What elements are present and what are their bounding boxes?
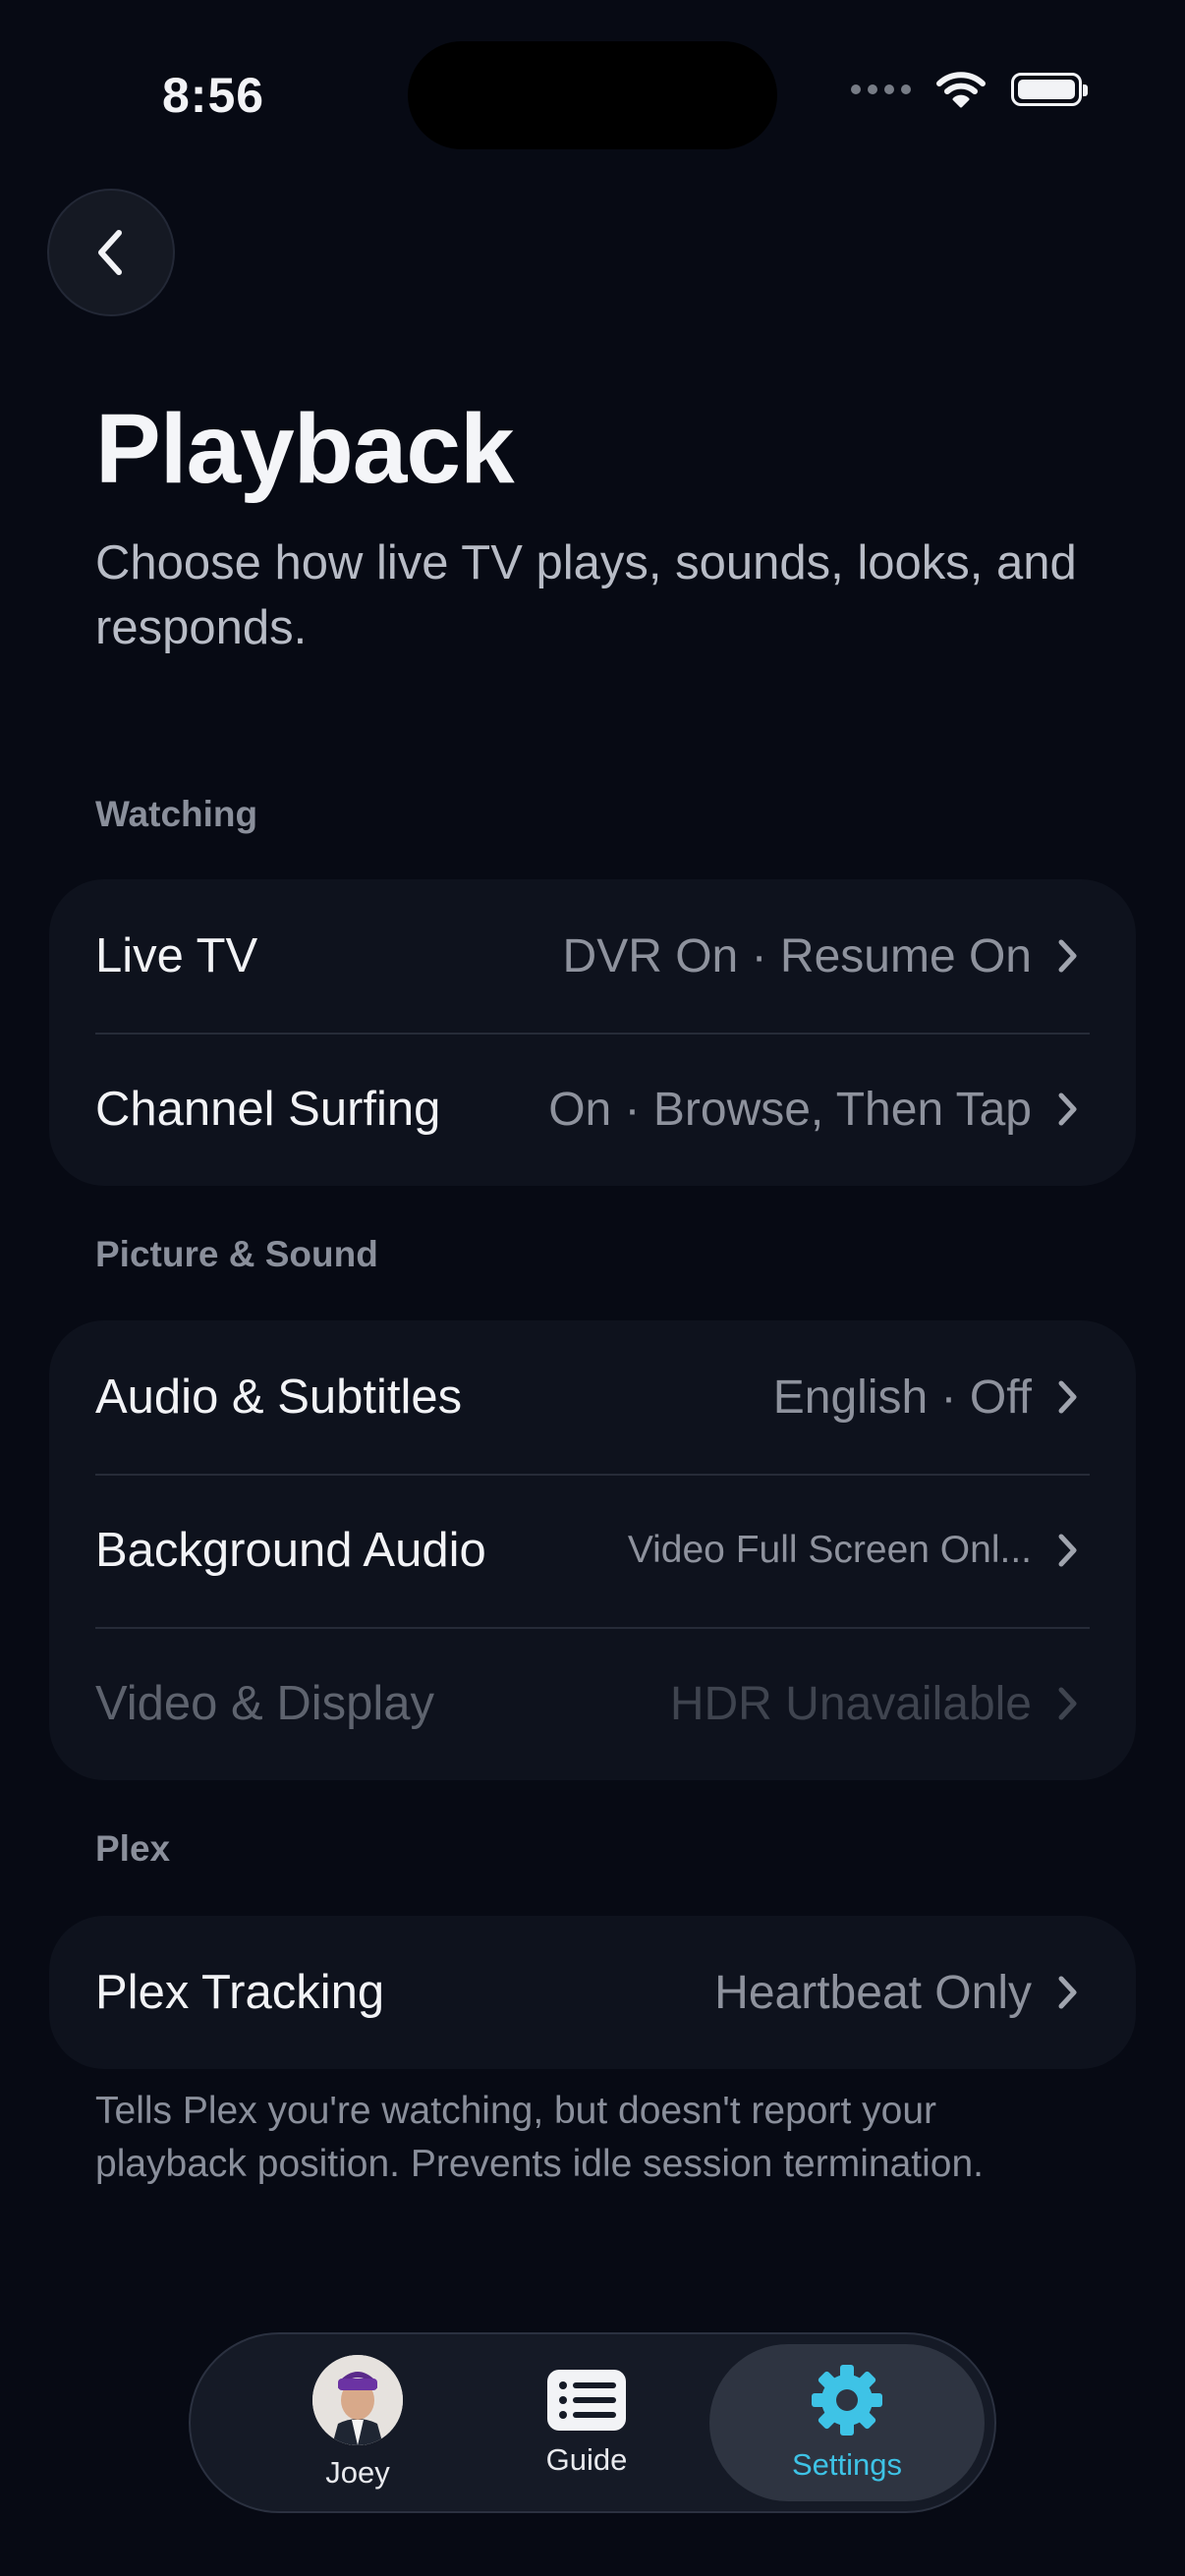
row-audio-subtitles[interactable]: Audio & Subtitles English · Off bbox=[49, 1320, 1136, 1474]
dynamic-island bbox=[408, 41, 777, 149]
chevron-right-icon bbox=[1057, 938, 1079, 974]
row-value: Heartbeat Only bbox=[714, 1966, 1032, 2019]
chevron-right-icon bbox=[1057, 1686, 1079, 1721]
settings-group-plex: Plex Tracking Heartbeat Only bbox=[49, 1916, 1136, 2069]
tab-settings[interactable]: Settings bbox=[709, 2344, 985, 2501]
row-value: HDR Unavailable bbox=[669, 1677, 1032, 1730]
chevron-right-icon bbox=[1057, 1379, 1079, 1415]
chevron-right-icon bbox=[1057, 1975, 1079, 2010]
row-plex-tracking[interactable]: Plex Tracking Heartbeat Only bbox=[49, 1916, 1136, 2069]
tab-label: Joey bbox=[325, 2455, 390, 2490]
section-label-watching: Watching bbox=[95, 794, 258, 834]
section-label-plex: Plex bbox=[95, 1828, 171, 1869]
tab-label: Settings bbox=[791, 2447, 902, 2482]
tab-guide[interactable]: Guide bbox=[503, 2334, 670, 2511]
row-label: Plex Tracking bbox=[95, 1966, 385, 2019]
row-label: Channel Surfing bbox=[95, 1083, 441, 1136]
plex-tracking-footnote: Tells Plex you're watching, but doesn't … bbox=[95, 2090, 984, 2185]
settings-group-watching: Live TV DVR On · Resume On Channel Surfi… bbox=[49, 879, 1136, 1186]
chevron-right-icon bbox=[1057, 1533, 1079, 1568]
page-title: Playback bbox=[95, 394, 515, 504]
row-label: Video & Display bbox=[95, 1677, 435, 1730]
row-value: English · Off bbox=[772, 1371, 1032, 1424]
chevron-right-icon bbox=[1057, 1092, 1079, 1127]
tab-label: Guide bbox=[545, 2442, 628, 2477]
status-indicators bbox=[851, 71, 1088, 108]
row-value: DVR On · Resume On bbox=[562, 929, 1032, 982]
row-video-display: Video & Display HDR Unavailable bbox=[49, 1627, 1136, 1780]
tab-bar: Joey Guide Settings bbox=[189, 2332, 996, 2513]
settings-group-picture-sound: Audio & Subtitles English · Off Backgrou… bbox=[49, 1320, 1136, 1780]
row-label: Background Audio bbox=[95, 1524, 486, 1577]
avatar bbox=[312, 2355, 403, 2445]
chevron-left-icon bbox=[98, 230, 122, 275]
gear-icon bbox=[812, 2365, 882, 2436]
row-live-tv[interactable]: Live TV DVR On · Resume On bbox=[49, 879, 1136, 1033]
row-value: Video Full Screen Onl... bbox=[627, 1529, 1032, 1571]
tab-profile[interactable]: Joey bbox=[259, 2334, 456, 2511]
battery-icon bbox=[1011, 73, 1088, 106]
row-label: Audio & Subtitles bbox=[95, 1371, 463, 1424]
page-subtitle: Choose how live TV plays, sounds, looks,… bbox=[95, 536, 1077, 654]
back-button[interactable] bbox=[47, 189, 175, 316]
cellular-signal-icon bbox=[851, 84, 911, 94]
status-time: 8:56 bbox=[162, 68, 265, 123]
section-label-picture-sound: Picture & Sound bbox=[95, 1234, 378, 1274]
row-background-audio[interactable]: Background Audio Video Full Screen Onl..… bbox=[49, 1474, 1136, 1627]
row-label: Live TV bbox=[95, 929, 258, 982]
row-channel-surfing[interactable]: Channel Surfing On · Browse, Then Tap bbox=[49, 1033, 1136, 1186]
row-value: On · Browse, Then Tap bbox=[548, 1083, 1032, 1136]
wifi-icon bbox=[936, 72, 986, 108]
guide-list-icon bbox=[547, 2370, 626, 2431]
